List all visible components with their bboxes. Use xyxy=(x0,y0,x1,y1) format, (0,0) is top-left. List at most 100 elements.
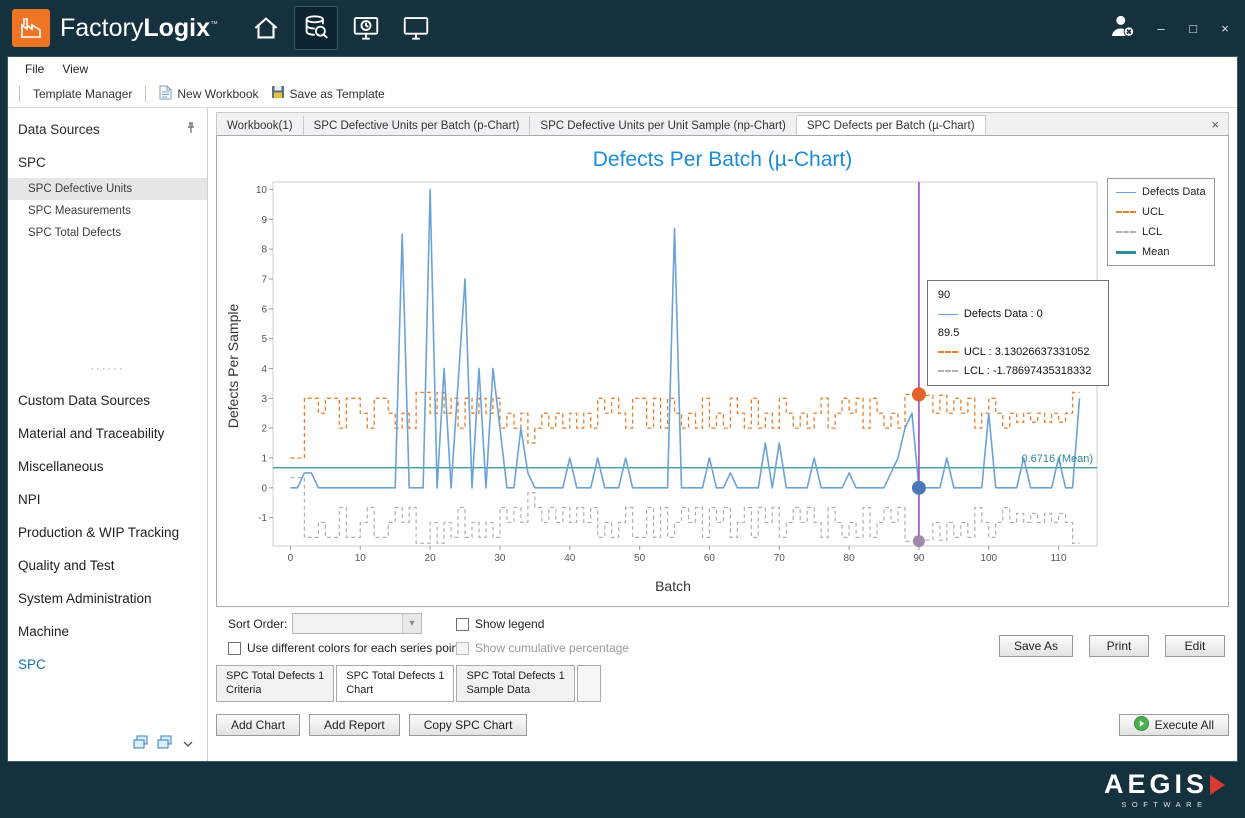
subtab-chart[interactable]: SPC Total Defects 1Chart xyxy=(336,665,454,702)
svg-text:70: 70 xyxy=(774,553,786,564)
x-axis-label: Batch xyxy=(243,578,1103,594)
tab-u-chart[interactable]: SPC Defects per Batch (µ-Chart) xyxy=(797,115,986,135)
sort-order-label: Sort Order: xyxy=(228,617,287,631)
aegis-logo: AEGIS SOFTWARE xyxy=(1104,771,1225,809)
sidebar-item-machine[interactable]: Machine xyxy=(8,615,207,648)
checkbox-box xyxy=(456,642,469,655)
toolbar-separator xyxy=(19,86,20,102)
execute-all-button[interactable]: Execute All xyxy=(1119,714,1229,736)
svg-text:3: 3 xyxy=(261,394,267,405)
tab-np-chart[interactable]: SPC Defective Units per Unit Sample (np-… xyxy=(530,116,796,135)
svg-text:30: 30 xyxy=(494,553,506,564)
lcl-line-icon xyxy=(938,370,958,372)
sidebar-item-quality-test[interactable]: Quality and Test xyxy=(8,549,207,582)
svg-text:80: 80 xyxy=(844,553,856,564)
history-viewer-icon[interactable] xyxy=(344,6,388,50)
subtab-sample-data[interactable]: SPC Total Defects 1Sample Data xyxy=(456,665,574,702)
menu-view[interactable]: View xyxy=(53,60,97,78)
svg-text:50: 50 xyxy=(634,553,646,564)
save-as-template-button[interactable]: Save as Template xyxy=(265,83,391,104)
template-manager-button[interactable]: Template Manager xyxy=(27,85,138,103)
sidebar-item-spc-defective-units[interactable]: SPC Defective Units xyxy=(8,178,207,200)
chart-stage: Defects Per Sample 010203040506070809010… xyxy=(217,176,1228,576)
chart-tooltip: 90 Defects Data : 0 89.5 UCL : 3.1302663… xyxy=(927,280,1109,386)
use-colors-checkbox[interactable]: Use different colors for each series poi… xyxy=(228,641,462,655)
defects-line-icon xyxy=(1116,192,1136,193)
menu-file[interactable]: File xyxy=(16,60,53,78)
add-chart-button[interactable]: Add Chart xyxy=(216,714,300,736)
svg-text:0.6716 (Mean): 0.6716 (Mean) xyxy=(1021,453,1093,465)
tab-close-icon[interactable]: × xyxy=(1202,117,1228,132)
menubar: File View xyxy=(8,57,1237,80)
save-as-button[interactable]: Save As xyxy=(999,635,1073,657)
svg-text:60: 60 xyxy=(704,553,716,564)
user-account-icon[interactable] xyxy=(1107,11,1137,46)
svg-text:2: 2 xyxy=(261,424,267,435)
aegis-arrow-icon xyxy=(1210,775,1225,795)
factorylogix-logo-icon xyxy=(12,9,50,47)
svg-text:5: 5 xyxy=(261,334,267,345)
footer: AEGIS SOFTWARE xyxy=(0,762,1245,818)
chart-legend: Defects Data UCL LCL Mean xyxy=(1107,178,1215,266)
workspace: Workbook(1) SPC Defective Units per Batc… xyxy=(208,108,1237,761)
mean-line-icon xyxy=(1116,251,1136,254)
monitor-icon[interactable] xyxy=(394,6,438,50)
workbook-tabstrip: Workbook(1) SPC Defective Units per Batc… xyxy=(216,112,1229,135)
windows-layout2-icon[interactable] xyxy=(157,735,172,753)
svg-text:9: 9 xyxy=(261,215,267,226)
new-workbook-button[interactable]: New Workbook xyxy=(153,83,264,105)
category-list: Custom Data Sources Material and Traceab… xyxy=(8,376,207,681)
show-legend-checkbox[interactable]: Show legend xyxy=(456,617,544,631)
sidebar-item-spc[interactable]: SPC xyxy=(8,648,207,681)
add-report-button[interactable]: Add Report xyxy=(309,714,400,736)
svg-text:90: 90 xyxy=(913,553,925,564)
sidebar-item-production-wip[interactable]: Production & WIP Tracking xyxy=(8,516,207,549)
copy-spc-chart-button[interactable]: Copy SPC Chart xyxy=(409,714,528,736)
sidebar-item-npi[interactable]: NPI xyxy=(8,483,207,516)
new-workbook-icon xyxy=(159,85,172,103)
data-explorer-icon[interactable] xyxy=(294,6,338,50)
sidebar-item-material-traceability[interactable]: Material and Traceability xyxy=(8,417,207,450)
maximize-button[interactable]: □ xyxy=(1185,21,1201,36)
checkbox-box xyxy=(456,618,469,631)
sidebar-item-custom-data-sources[interactable]: Custom Data Sources xyxy=(8,384,207,417)
home-icon[interactable] xyxy=(244,6,288,50)
tab-workbook[interactable]: Workbook(1) xyxy=(217,116,304,135)
data-sources-panel: Data Sources SPC SPC Defective Units SPC… xyxy=(8,108,208,761)
sidebar-item-spc-total-defects[interactable]: SPC Total Defects xyxy=(8,222,207,244)
edit-button[interactable]: Edit xyxy=(1165,635,1225,657)
content-area: File View Template Manager New Workbook … xyxy=(7,56,1238,762)
toolbar-separator xyxy=(145,86,146,102)
svg-text:6: 6 xyxy=(261,304,267,315)
y-axis-label: Defects Per Sample xyxy=(225,284,241,448)
execute-icon xyxy=(1134,716,1149,734)
toolbar: Template Manager New Workbook Save as Te… xyxy=(8,80,1237,108)
defects-line-icon xyxy=(938,314,958,315)
chevron-down-icon[interactable] xyxy=(181,737,195,752)
svg-text:7: 7 xyxy=(261,274,267,285)
sidebar-item-system-administration[interactable]: System Administration xyxy=(8,582,207,615)
svg-text:4: 4 xyxy=(261,364,267,375)
pin-icon[interactable] xyxy=(185,122,197,137)
ucl-line-icon xyxy=(938,351,958,353)
svg-text:1: 1 xyxy=(261,453,267,464)
sidebar-item-spc-measurements[interactable]: SPC Measurements xyxy=(8,200,207,222)
sidebar-splitter-handle[interactable]: ······ xyxy=(8,362,207,376)
svg-text:100: 100 xyxy=(980,553,997,564)
spc-group-label[interactable]: SPC xyxy=(8,145,207,178)
close-button[interactable]: × xyxy=(1217,21,1233,36)
windows-layout-icon[interactable] xyxy=(133,735,148,753)
svg-text:0: 0 xyxy=(261,483,267,494)
sidebar-item-miscellaneous[interactable]: Miscellaneous xyxy=(8,450,207,483)
minimize-button[interactable]: – xyxy=(1153,21,1169,36)
tab-p-chart[interactable]: SPC Defective Units per Batch (p-Chart) xyxy=(304,116,531,135)
svg-text:20: 20 xyxy=(425,553,437,564)
sort-order-select[interactable]: ▾ xyxy=(292,613,422,634)
show-cumulative-checkbox: Show cumulative percentage xyxy=(456,641,629,655)
subtab-stub xyxy=(577,665,601,702)
print-button[interactable]: Print xyxy=(1089,635,1149,657)
subtab-criteria[interactable]: SPC Total Defects 1Criteria xyxy=(216,665,334,702)
svg-text:110: 110 xyxy=(1051,553,1067,564)
svg-text:-1: -1 xyxy=(258,513,267,524)
combo-chevron-icon: ▾ xyxy=(402,614,421,633)
